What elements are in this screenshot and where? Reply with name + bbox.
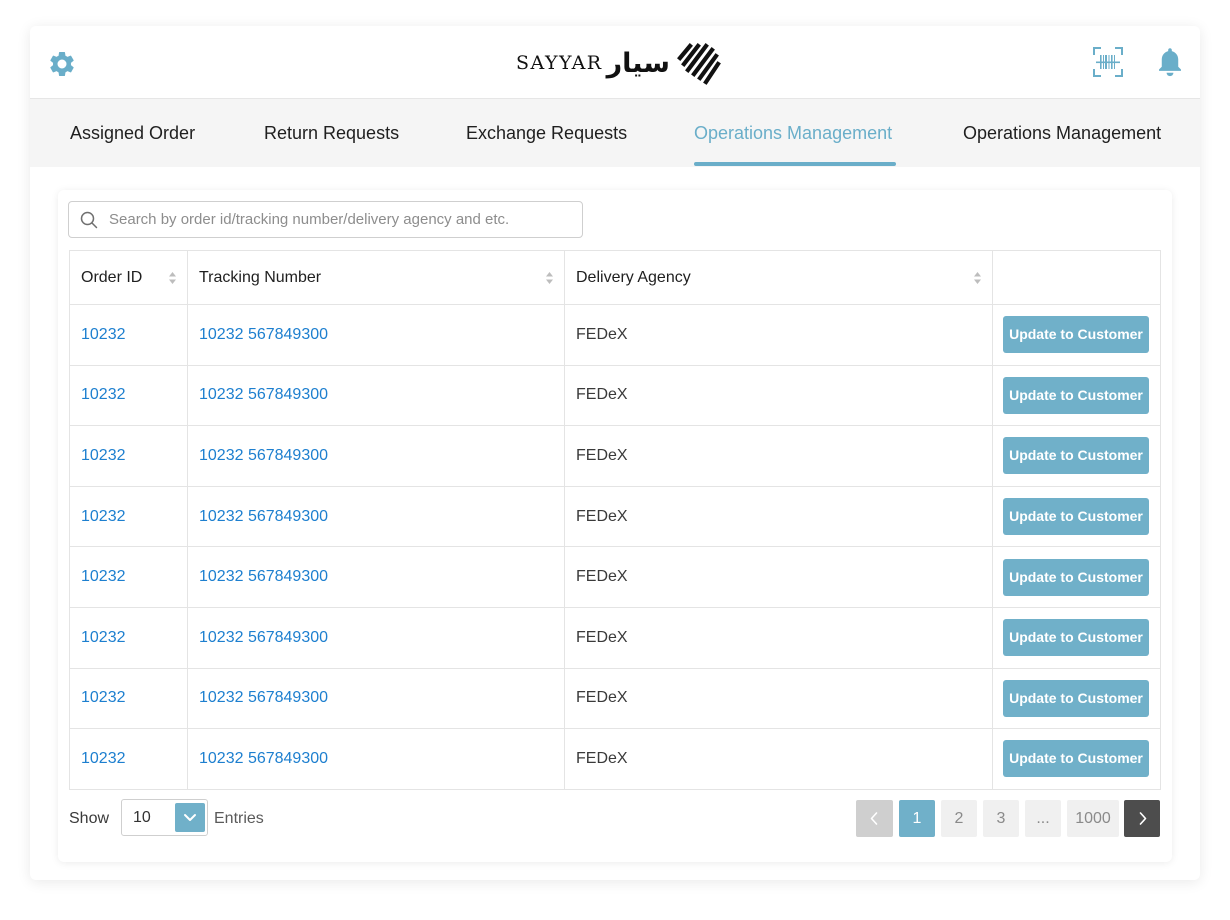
- app-window: SAYYAR سيار Assigned Order Return Reques…: [30, 26, 1200, 880]
- table-row: 10232 10232 567849300 FEDeX Update to Cu…: [69, 546, 1161, 608]
- table-row: 10232 10232 567849300 FEDeX Update to Cu…: [69, 304, 1161, 366]
- entries-per-page-select[interactable]: 10: [121, 799, 208, 836]
- pagination-ellipsis: ...: [1025, 800, 1061, 837]
- chevron-left-icon: [870, 812, 878, 825]
- pagination-page-1[interactable]: 1: [899, 800, 935, 837]
- sort-icon[interactable]: [168, 271, 177, 285]
- delivery-agency-text: FEDeX: [576, 446, 628, 464]
- order-id-link[interactable]: 10232: [81, 386, 126, 403]
- active-tab-indicator: [694, 162, 896, 166]
- pagination-next-button[interactable]: [1124, 800, 1160, 837]
- update-to-customer-button[interactable]: Update to Customer: [1003, 376, 1149, 414]
- gear-icon[interactable]: [47, 49, 77, 79]
- table-row: 10232 10232 567849300 FEDeX Update to Cu…: [69, 606, 1161, 669]
- order-id-link[interactable]: 10232: [81, 508, 126, 525]
- orders-card: Order ID Tracking Number Delivery Agency: [58, 190, 1172, 862]
- order-id-link[interactable]: 10232: [81, 750, 126, 767]
- sort-icon[interactable]: [973, 271, 982, 285]
- order-id-link[interactable]: 10232: [81, 629, 126, 646]
- tracking-number-link[interactable]: 10232 567849300: [199, 447, 328, 464]
- column-header-order-id[interactable]: Order ID: [69, 250, 188, 305]
- column-header-delivery-agency[interactable]: Delivery Agency: [564, 250, 993, 305]
- tab-operations-management-active[interactable]: Operations Management: [694, 99, 892, 167]
- chevron-right-icon: [1139, 812, 1147, 825]
- update-to-customer-button[interactable]: Update to Customer: [1003, 498, 1149, 536]
- update-to-customer-button[interactable]: Update to Customer: [1003, 316, 1149, 354]
- delivery-agency-text: FEDeX: [576, 386, 628, 404]
- search-input[interactable]: [109, 202, 574, 237]
- bell-icon[interactable]: [1156, 46, 1184, 78]
- brand-logo[interactable]: SAYYAR سيار: [516, 38, 722, 88]
- update-to-customer-button[interactable]: Update to Customer: [1003, 619, 1149, 657]
- nav-tabs: Assigned Order Return Requests Exchange …: [30, 99, 1200, 167]
- table-row: 10232 10232 567849300 FEDeX Update to Cu…: [69, 364, 1161, 427]
- orders-table: Order ID Tracking Number Delivery Agency: [69, 250, 1161, 790]
- search-box: [68, 201, 583, 238]
- brand-name-latin: SAYYAR: [516, 52, 603, 74]
- table-row: 10232 10232 567849300 FEDeX Update to Cu…: [69, 728, 1161, 790]
- barcode-scan-icon[interactable]: [1092, 46, 1124, 78]
- column-header-tracking-number[interactable]: Tracking Number: [187, 250, 565, 305]
- pagination-page-2[interactable]: 2: [941, 800, 977, 837]
- dropdown-toggle[interactable]: [175, 803, 205, 832]
- column-header-label: Delivery Agency: [576, 268, 691, 286]
- sort-icon[interactable]: [545, 271, 554, 285]
- update-to-customer-button[interactable]: Update to Customer: [1003, 679, 1149, 717]
- tracking-number-link[interactable]: 10232 567849300: [199, 508, 328, 525]
- pagination-page-last[interactable]: 1000: [1067, 800, 1119, 837]
- delivery-agency-text: FEDeX: [576, 749, 628, 767]
- table-row: 10232 10232 567849300 FEDeX Update to Cu…: [69, 667, 1161, 730]
- entries-label: Entries: [214, 810, 264, 827]
- pagination-prev-button[interactable]: [856, 800, 893, 837]
- tab-assigned-order[interactable]: Assigned Order: [70, 99, 195, 167]
- table-row: 10232 10232 567849300 FEDeX Update to Cu…: [69, 425, 1161, 487]
- update-to-customer-button[interactable]: Update to Customer: [1003, 740, 1149, 778]
- tab-exchange-requests[interactable]: Exchange Requests: [466, 99, 627, 167]
- table-header-row: Order ID Tracking Number Delivery Agency: [69, 250, 1161, 305]
- delivery-agency-text: FEDeX: [576, 568, 628, 586]
- brand-mark-icon: [676, 43, 721, 85]
- delivery-agency-text: FEDeX: [576, 507, 628, 525]
- update-to-customer-button[interactable]: Update to Customer: [1003, 437, 1149, 475]
- tracking-number-link[interactable]: 10232 567849300: [199, 326, 328, 343]
- tracking-number-link[interactable]: 10232 567849300: [199, 386, 328, 403]
- tracking-number-link[interactable]: 10232 567849300: [199, 629, 328, 646]
- top-header: SAYYAR سيار: [30, 26, 1200, 99]
- pagination-page-3[interactable]: 3: [983, 800, 1019, 837]
- order-id-link[interactable]: 10232: [81, 326, 126, 343]
- order-id-link[interactable]: 10232: [81, 689, 126, 706]
- delivery-agency-text: FEDeX: [576, 628, 628, 646]
- column-header-actions: [992, 250, 1161, 305]
- tracking-number-link[interactable]: 10232 567849300: [199, 750, 328, 767]
- search-icon: [80, 211, 98, 229]
- delivery-agency-text: FEDeX: [576, 325, 628, 343]
- update-to-customer-button[interactable]: Update to Customer: [1003, 558, 1149, 596]
- delivery-agency-text: FEDeX: [576, 689, 628, 707]
- column-header-label: Tracking Number: [199, 268, 322, 286]
- chevron-down-icon: [184, 814, 196, 821]
- entries-per-page-value: 10: [133, 809, 151, 826]
- order-id-link[interactable]: 10232: [81, 447, 126, 464]
- column-header-label: Order ID: [81, 268, 143, 286]
- tracking-number-link[interactable]: 10232 567849300: [199, 689, 328, 706]
- show-label: Show: [69, 810, 110, 827]
- order-id-link[interactable]: 10232: [81, 568, 126, 585]
- tab-return-requests[interactable]: Return Requests: [264, 99, 399, 167]
- tracking-number-link[interactable]: 10232 567849300: [199, 568, 328, 585]
- brand-name-arabic: سيار: [606, 47, 670, 79]
- table-row: 10232 10232 567849300 FEDeX Update to Cu…: [69, 485, 1161, 548]
- tab-operations-management[interactable]: Operations Management: [963, 99, 1161, 167]
